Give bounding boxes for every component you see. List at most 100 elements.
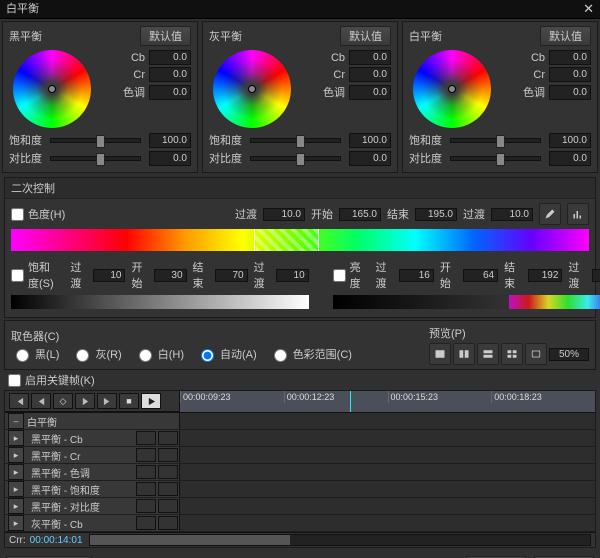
tl-next-key-icon[interactable] [75,393,95,409]
hue-value[interactable]: 0.0 [149,85,191,100]
tl-stop-icon[interactable]: ■ [119,393,139,409]
expand-icon[interactable]: ▸ [8,498,24,514]
color-wheel[interactable] [13,50,91,128]
dialog-footer: 默认值(D) 确定 取消 [0,550,600,558]
hue-strip[interactable] [11,229,589,251]
preview-title: 预览(P) [429,325,466,341]
preview-mode-2-icon[interactable] [453,343,475,365]
lum-start[interactable]: 64 [463,269,498,282]
contrast-value[interactable]: 0.0 [549,151,591,166]
tl-goto-end-icon[interactable] [97,393,117,409]
expand-icon[interactable]: ▸ [8,464,24,480]
cr-value[interactable]: 0.0 [549,67,591,82]
key-toggle[interactable] [158,448,178,462]
hue-value[interactable]: 0.0 [349,85,391,100]
key-toggle[interactable] [136,465,156,479]
cr-value[interactable]: 0.0 [349,67,391,82]
current-label: Crr: [9,535,26,546]
default-button[interactable]: 默认值 [340,26,391,46]
close-icon[interactable]: ✕ [583,0,594,18]
key-toggle[interactable] [136,516,156,530]
tl-goto-start-icon[interactable] [9,393,29,409]
sat-checkbox[interactable]: 饱和度(S) [11,259,58,291]
timeline-ruler[interactable]: 00:00:09:23 00:00:12:23 00:00:15:23 00:0… [180,391,595,403]
default-button[interactable]: 默认值 [540,26,591,46]
sat-slider[interactable] [50,138,141,143]
contrast-slider[interactable] [450,156,541,161]
expand-icon[interactable]: ▸ [8,515,24,531]
hue-end[interactable]: 195.0 [415,208,457,221]
cb-value[interactable]: 0.0 [149,50,191,65]
cr-value[interactable]: 0.0 [149,67,191,82]
lum-checkbox[interactable]: 亮度 [333,259,364,291]
radio-black[interactable]: 黑(L) [11,346,59,362]
wheel-handle[interactable] [48,85,56,93]
hue-start[interactable]: 165.0 [339,208,381,221]
expand-icon[interactable]: ▸ [8,430,24,446]
wheel-handle[interactable] [448,85,456,93]
contrast-value[interactable]: 0.0 [149,151,191,166]
contrast-label: 对比度 [9,150,42,166]
key-toggle[interactable] [158,499,178,513]
hue-checkbox[interactable]: 色度(H) [11,206,65,222]
title-bar: 白平衡 ✕ [0,0,600,19]
color-wheel[interactable] [413,50,491,128]
collapse-icon[interactable]: – [8,413,24,429]
sat-trans1[interactable]: 10 [93,269,126,282]
sat-slider[interactable] [450,138,541,143]
radio-auto[interactable]: 自动(A) [196,346,257,362]
key-toggle[interactable] [136,448,156,462]
color-wheel[interactable] [213,50,291,128]
lum-end[interactable]: 192 [528,269,563,282]
key-toggle[interactable] [158,516,178,530]
hue-value[interactable]: 0.0 [549,85,591,100]
radio-range[interactable]: 色彩范围(C) [269,346,352,362]
sat-end[interactable]: 70 [215,269,248,282]
lum-trans1[interactable]: 16 [399,269,434,282]
hue-trans1[interactable]: 10.0 [263,208,305,221]
playhead[interactable] [350,391,351,412]
key-toggle[interactable] [136,431,156,445]
radio-gray[interactable]: 灰(R) [71,346,121,362]
balance-panel-gray: 灰平衡 默认值 Cb0.0 Cr0.0 色调0.0 饱和度100.0 对比度0.… [202,21,398,173]
key-toggle[interactable] [136,499,156,513]
preview-mode-3-icon[interactable] [477,343,499,365]
cb-value[interactable]: 0.0 [349,50,391,65]
saturation-strip[interactable] [11,295,309,309]
radio-white[interactable]: 白(H) [134,346,184,362]
sat-value[interactable]: 100.0 [349,133,391,148]
luminance-strip[interactable] [333,295,600,309]
key-toggle[interactable] [158,465,178,479]
contrast-slider[interactable] [250,156,341,161]
sat-value[interactable]: 100.0 [149,133,191,148]
sat-trans2[interactable]: 10 [276,269,309,282]
sat-slider[interactable] [250,138,341,143]
cb-value[interactable]: 0.0 [549,50,591,65]
key-toggle[interactable] [158,482,178,496]
timeline-track-row: ▸黑平衡 - 对比度 [5,498,595,515]
tl-prev-key-icon[interactable] [31,393,51,409]
key-toggle[interactable] [136,482,156,496]
eyedropper-icon[interactable] [539,203,561,225]
lum-trans2[interactable]: 16 [592,269,600,282]
sat-value[interactable]: 100.0 [549,133,591,148]
hue-trans2[interactable]: 10.0 [491,208,533,221]
key-toggle[interactable] [158,431,178,445]
preview-mode-5-icon[interactable] [525,343,547,365]
tl-play-icon[interactable] [141,393,161,409]
contrast-slider[interactable] [50,156,141,161]
default-button[interactable]: 默认值 [140,26,191,46]
preview-mode-4-icon[interactable] [501,343,523,365]
wheel-handle[interactable] [248,85,256,93]
expand-icon[interactable]: ▸ [8,481,24,497]
preview-mode-1-icon[interactable] [429,343,451,365]
hue-selection[interactable] [254,229,320,251]
sat-start[interactable]: 30 [154,269,187,282]
enable-keyframe-checkbox[interactable]: 启用关键帧(K) [8,372,592,388]
timeline-scrollbar[interactable] [89,534,592,546]
tl-add-key-icon[interactable]: ◇ [53,393,73,409]
contrast-value[interactable]: 0.0 [349,151,391,166]
expand-icon[interactable]: ▸ [8,447,24,463]
preview-percent[interactable]: 50% [549,348,589,361]
histogram-icon[interactable] [567,203,589,225]
